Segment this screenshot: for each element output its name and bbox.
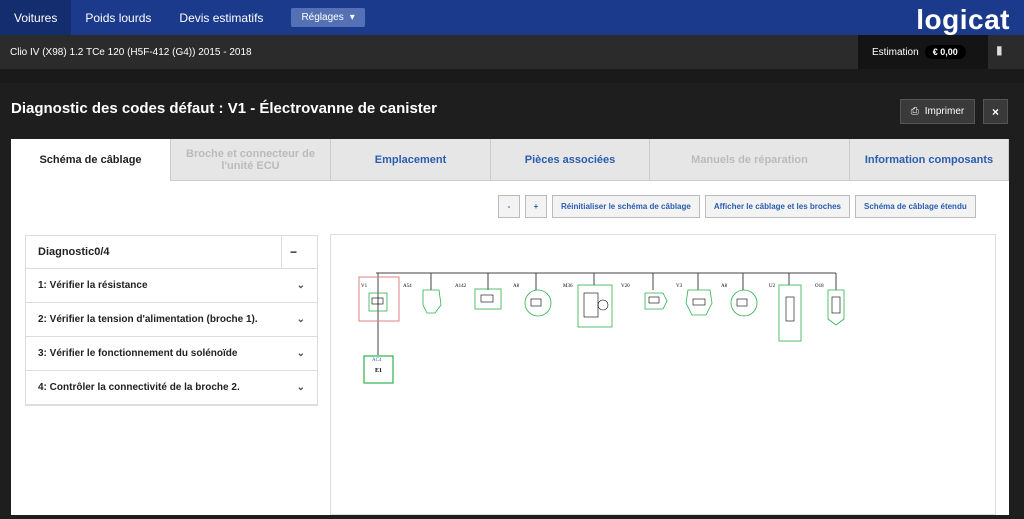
wiring-diagram[interactable]: AC4 E1 V1 A54 A142 A8 M36 V20 V3 A8 U2 O… — [330, 234, 996, 515]
component-a142[interactable]: A142 — [455, 273, 502, 310]
component-o18[interactable]: O18 — [815, 273, 845, 326]
chevron-down-icon: ⌄ — [296, 314, 305, 325]
component-label: A8 — [513, 284, 520, 289]
step-label: 2: Vérifier la tension d'alimentation (b… — [38, 314, 258, 325]
reset-diagram-button[interactable]: Réinitialiser le schéma de câblage — [552, 195, 700, 218]
component-label: U2 — [769, 284, 776, 289]
component-a8-first[interactable]: A8 — [513, 273, 552, 317]
component-label: A142 — [455, 284, 467, 289]
nav-devis-estimatifs[interactable]: Devis estimatifs — [165, 0, 277, 35]
tab-manuels-reparation: Manuels de réparation — [650, 139, 850, 181]
component-label: V1 — [361, 284, 368, 289]
top-navigation: Voitures Poids lourds Devis estimatifs R… — [0, 0, 1024, 35]
estimation-widget[interactable]: Estimation € 0,00 — [858, 35, 988, 69]
component-a8-second[interactable]: A8 — [721, 273, 758, 317]
wiring-svg: AC4 E1 V1 A54 A142 A8 M36 V20 V3 A8 U2 O… — [358, 272, 845, 384]
diagnostic-step-4[interactable]: 4: Contrôler la connectivité de la broch… — [26, 371, 317, 405]
reglages-label: Réglages — [301, 12, 344, 23]
calculator-icon[interactable]: ▮ — [996, 43, 1003, 57]
component-label: V3 — [676, 284, 683, 289]
currency-symbol: € — [932, 47, 938, 57]
fuse-label: AC4 — [372, 358, 382, 363]
page-title: Diagnostic des codes défaut : V1 - Élect… — [11, 100, 437, 117]
diagnostic-step-1[interactable]: 1: Vérifier la résistance ⌄ — [26, 269, 317, 303]
component-a54[interactable]: A54 — [403, 273, 442, 314]
diagnostic-title: Diagnostic0/4 — [38, 246, 110, 258]
component-v1[interactable]: V1 — [361, 284, 388, 312]
nav-voitures[interactable]: Voitures — [0, 0, 72, 35]
zoom-out-button[interactable]: - — [498, 195, 520, 218]
chevron-down-icon: ▾ — [349, 12, 355, 23]
estimation-label: Estimation — [872, 46, 919, 58]
extended-diagram-button[interactable]: Schéma de câblage étendu — [855, 195, 976, 218]
content-panel: Schéma de câblage Broche et connecteur d… — [11, 139, 1009, 515]
spacer — [0, 69, 1024, 83]
diagnostic-accordion: Diagnostic0/4 − 1: Vérifier la résistanc… — [25, 235, 318, 406]
tab-information-composants[interactable]: Information composants — [850, 139, 1009, 181]
chevron-down-icon: ⌄ — [296, 382, 305, 393]
step-label: 1: Vérifier la résistance — [38, 280, 148, 291]
component-label: A54 — [403, 284, 412, 289]
component-label: O18 — [815, 284, 824, 289]
tab-bar: Schéma de câblage Broche et connecteur d… — [11, 139, 1009, 181]
fuse-code: E1 — [375, 368, 382, 374]
print-button[interactable]: ⎙ Imprimer — [900, 99, 975, 124]
collapse-icon[interactable]: − — [281, 235, 305, 269]
step-label: 4: Contrôler la connectivité de la broch… — [38, 382, 240, 393]
component-m36[interactable]: M36 — [563, 273, 613, 328]
chevron-down-icon: ⌄ — [296, 280, 305, 291]
tab-schema-cablage[interactable]: Schéma de câblage — [11, 139, 171, 181]
zoom-in-button[interactable]: + — [525, 195, 547, 218]
component-label: V20 — [621, 284, 630, 289]
nav-poids-lourds[interactable]: Poids lourds — [71, 0, 165, 35]
logicat-logo: logicat — [916, 4, 1010, 35]
show-wiring-button[interactable]: Afficher le câblage et les broches — [704, 195, 851, 218]
chevron-down-icon: ⌄ — [296, 348, 305, 359]
step-label: 3: Vérifier le fonctionnement du solénoï… — [38, 348, 238, 359]
printer-icon: ⎙ — [910, 106, 919, 117]
estimation-amount: 0,00 — [940, 47, 958, 57]
diagnostic-step-2[interactable]: 2: Vérifier la tension d'alimentation (b… — [26, 303, 317, 337]
estimation-value: € 0,00 — [924, 45, 966, 59]
diagram-toolbar: - + Réinitialiser le schéma de câblage A… — [498, 195, 976, 218]
reglages-dropdown[interactable]: Réglages ▾ — [291, 8, 365, 27]
diagnostic-header[interactable]: Diagnostic0/4 − — [26, 235, 317, 269]
diagnostic-step-3[interactable]: 3: Vérifier le fonctionnement du solénoï… — [26, 337, 317, 371]
close-button[interactable]: × — [983, 99, 1008, 124]
tab-pieces-associees[interactable]: Pièces associées — [491, 139, 650, 181]
component-label: A8 — [721, 284, 728, 289]
vehicle-name: Clio IV (X98) 1.2 TCe 120 (H5F-412 (G4))… — [10, 46, 252, 58]
tab-broche-connecteur: Broche et connecteur de l'unité ECU — [171, 139, 331, 181]
tab-emplacement[interactable]: Emplacement — [331, 139, 491, 181]
component-u2[interactable]: U2 — [769, 273, 802, 342]
component-label: M36 — [563, 284, 573, 289]
component-v20[interactable]: V20 — [621, 273, 668, 310]
print-label: Imprimer — [924, 106, 965, 117]
component-v3[interactable]: V3 — [676, 273, 713, 316]
